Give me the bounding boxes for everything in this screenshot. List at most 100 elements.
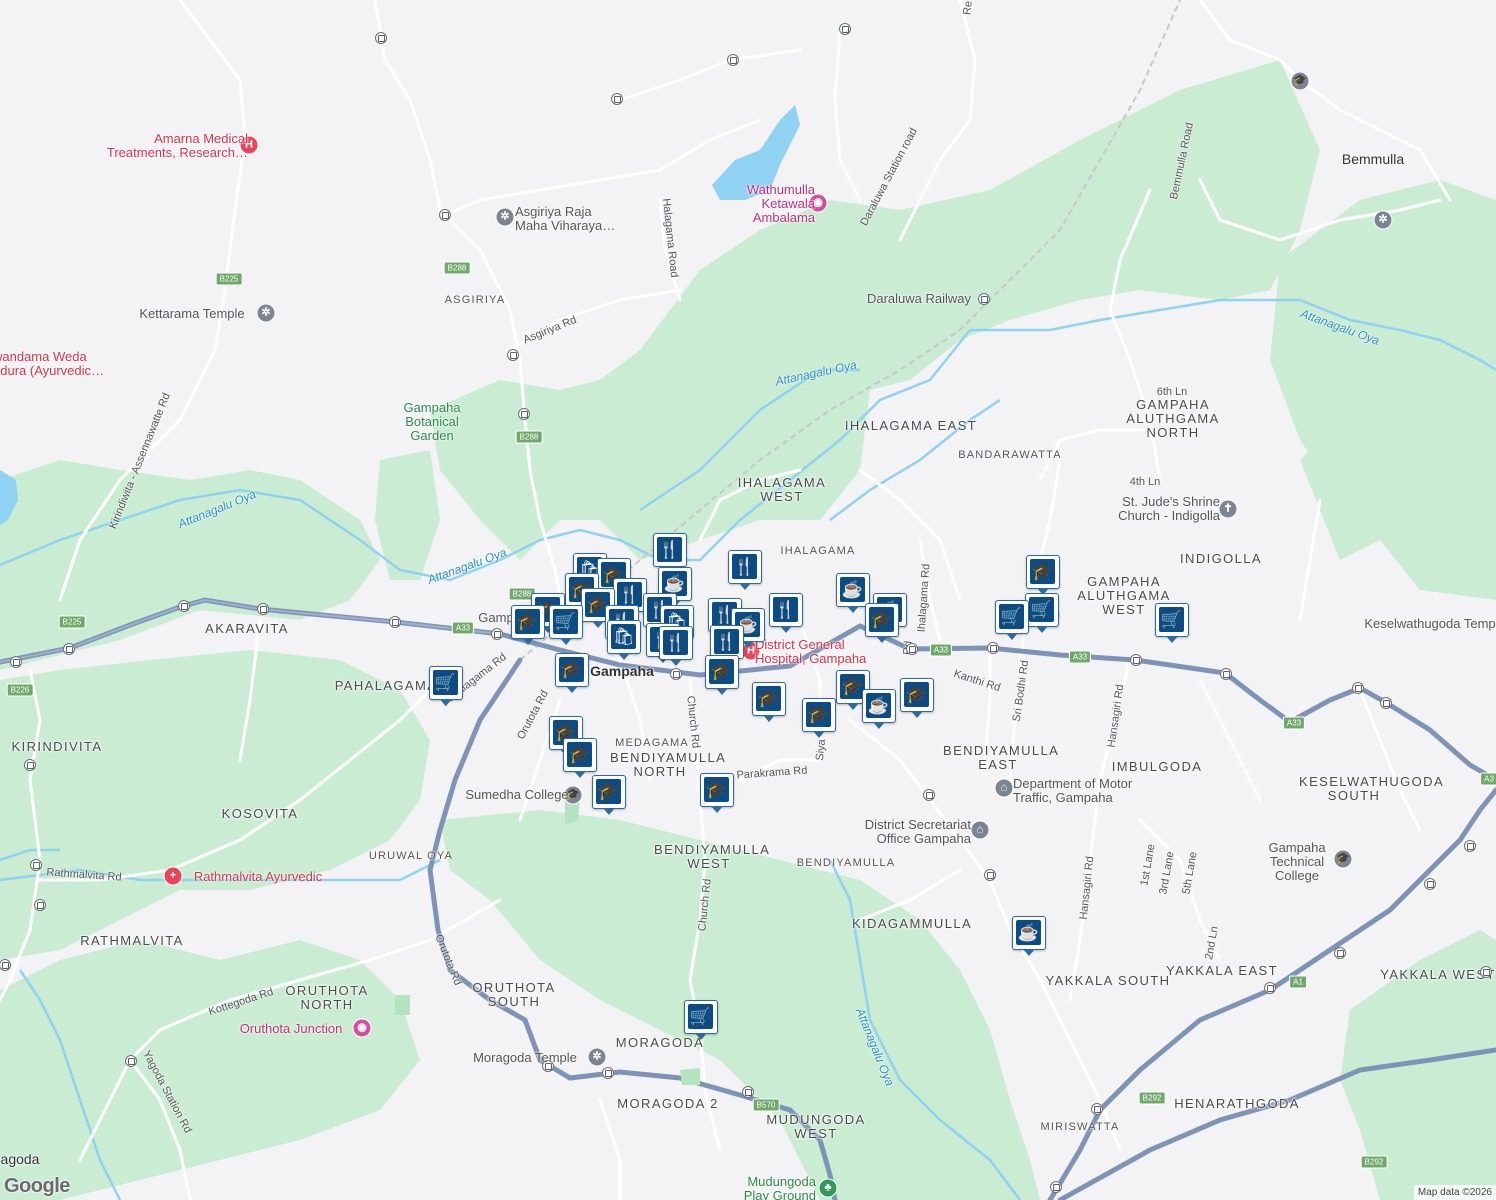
school-marker[interactable]: 🎓 (1026, 555, 1060, 595)
school-marker[interactable]: 🎓 (865, 603, 899, 643)
school-marker[interactable]: 🎓 (592, 775, 626, 815)
poi-wandama-label[interactable]: wandama Weda adura (Ayurvedic… (0, 350, 111, 378)
park-icon[interactable]: ♣ (818, 1178, 838, 1198)
rail-station-icon[interactable] (125, 1055, 137, 1067)
area-label: KIRINDIVITA (11, 739, 103, 754)
grocery-marker[interactable]: 🛒 (1025, 593, 1059, 633)
poi-botanical-label[interactable]: Gampaha Botanical Garden (392, 401, 472, 443)
bus-stop-icon[interactable] (1130, 654, 1142, 666)
map-canvas[interactable]: IHALAGAMA EAST IHALAGAMA WEST IHALAGAMA … (0, 0, 1496, 1200)
poi-daraluwa-label[interactable]: Daraluwa Railway (867, 292, 971, 306)
cafe-icon: ☕ (1016, 920, 1041, 945)
bus-stop-icon[interactable] (984, 869, 996, 881)
bus-stop-icon[interactable] (1380, 697, 1392, 709)
river-label: URUWAL OYA (368, 850, 454, 862)
cafe-marker[interactable]: ☕ (836, 573, 870, 613)
school-icon: 🎓 (596, 779, 621, 804)
poi-oruthota-label[interactable]: Oruthota Junction (240, 1022, 343, 1036)
temple-icon[interactable]: ✲ (256, 303, 276, 323)
grocery-marker[interactable]: 🛒 (684, 1000, 718, 1040)
grocery-marker[interactable]: 🛒 (549, 605, 583, 645)
bus-stop-icon[interactable] (34, 899, 46, 911)
landmark-icon[interactable]: ◉ (352, 1018, 372, 1038)
restaurant-marker[interactable]: 🍴 (769, 593, 803, 633)
poi-hospital-label[interactable]: District General Hospital, Gampaha (755, 638, 885, 666)
poi-station-label[interactable]: Gamp (478, 611, 513, 625)
poi-wathumulla-label[interactable]: Wathumulla Ketawala Ambalama (705, 183, 815, 225)
bus-stop-icon[interactable] (24, 759, 36, 771)
cafe-icon: ☕ (866, 693, 891, 718)
hospital-icon[interactable]: + (163, 866, 183, 886)
bus-stop-icon[interactable] (923, 789, 935, 801)
restaurant-marker[interactable]: 🍴 (710, 625, 744, 665)
bus-stop-icon[interactable] (439, 209, 451, 221)
bus-stop-icon[interactable] (906, 643, 918, 655)
poi-kettarama-label[interactable]: Kettarama Temple (139, 307, 244, 321)
restaurant-marker[interactable]: 🍴 (728, 550, 762, 590)
bus-stop-icon[interactable] (518, 408, 530, 420)
bus-stop-icon[interactable] (670, 668, 682, 680)
bus-stop-icon[interactable] (1334, 947, 1346, 959)
poi-rathmalvita-label[interactable]: Rathmalvita Ayurvedic (194, 870, 322, 884)
school-marker[interactable]: 🎓 (555, 653, 589, 693)
bus-stop-icon[interactable] (727, 54, 739, 66)
poi-mudungoda-label[interactable]: Mudungoda Play Ground (736, 1175, 816, 1200)
bus-stop-icon[interactable] (839, 23, 851, 35)
school-marker[interactable]: 🎓 (900, 678, 934, 718)
restaurant-marker[interactable]: 🍴 (653, 533, 687, 573)
shopping-marker[interactable]: 🛍 (607, 620, 641, 660)
school-marker[interactable]: 🎓 (705, 655, 739, 695)
rail-station-icon[interactable] (491, 628, 503, 640)
bus-stop-icon[interactable] (1352, 682, 1364, 694)
bus-stop-icon[interactable] (1464, 840, 1476, 852)
grocery-marker[interactable]: 🛒 (1155, 603, 1189, 643)
restaurant-marker[interactable]: 🍴 (659, 626, 693, 666)
bus-stop-icon[interactable] (602, 1067, 614, 1079)
school-marker[interactable]: 🎓 (700, 773, 734, 813)
bus-stop-icon[interactable] (63, 643, 75, 655)
bus-stop-icon[interactable] (1264, 982, 1276, 994)
government-icon[interactable]: ⌂ (994, 778, 1014, 798)
bus-stop-icon[interactable] (257, 603, 269, 615)
grocery-icon: 🛒 (688, 1004, 713, 1029)
bus-stop-icon[interactable] (10, 656, 22, 668)
bus-stop-icon[interactable] (1050, 1181, 1062, 1193)
poi-sumedha-label[interactable]: Sumedha College (465, 788, 568, 802)
bus-stop-icon[interactable] (1220, 668, 1232, 680)
school-marker[interactable]: 🎓 (802, 698, 836, 738)
temple-icon[interactable]: ✲ (1373, 210, 1393, 230)
poi-st-judes-label[interactable]: St. Jude's Shrine Church - Indigolla (1100, 495, 1220, 523)
bus-stop-icon[interactable] (1480, 966, 1492, 978)
poi-moragoda-temple-label[interactable]: Moragoda Temple (473, 1051, 577, 1065)
map-attribution[interactable]: Map data ©2026 (1413, 1185, 1496, 1200)
bus-stop-icon[interactable] (742, 1086, 754, 1098)
area-label: INDIGOLLA (1180, 551, 1262, 566)
bus-stop-icon[interactable] (987, 642, 999, 654)
bus-stop-icon[interactable] (611, 93, 623, 105)
poi-asgiriya-label[interactable]: Asgiriya Raja Maha Viharaya… (515, 205, 625, 233)
rail-station-icon[interactable] (978, 293, 990, 305)
grocery-marker[interactable]: 🛒 (429, 666, 463, 706)
school-icon[interactable]: 🎓 (1290, 71, 1310, 91)
school-marker[interactable]: 🎓 (511, 605, 545, 645)
bus-stop-icon[interactable] (375, 32, 387, 44)
cafe-marker[interactable]: ☕ (862, 689, 896, 729)
cafe-marker[interactable]: ☕ (1012, 916, 1046, 956)
temple-icon[interactable]: ✲ (587, 1047, 607, 1067)
poi-motor-traffic-label[interactable]: Department of Motor Traffic, Gampaha (1013, 777, 1133, 805)
government-icon[interactable]: ⌂ (970, 820, 990, 840)
temple-icon[interactable]: ✲ (495, 207, 515, 227)
bus-stop-icon[interactable] (507, 349, 519, 361)
bus-stop-icon[interactable] (1424, 878, 1436, 890)
church-icon[interactable]: ✝ (1218, 499, 1238, 519)
poi-amarna-label[interactable]: Amarna Medical Treatments, Research… (88, 132, 248, 160)
school-marker[interactable]: 🎓 (752, 682, 786, 722)
poi-secretariat-label[interactable]: District Secretariat Office Gampaha (843, 818, 971, 846)
bus-stop-icon[interactable] (178, 600, 190, 612)
bus-stop-icon[interactable] (1091, 1103, 1103, 1115)
poi-technical-college-label[interactable]: Gampaha Technical College (1252, 841, 1342, 883)
grocery-marker[interactable]: 🛒 (995, 600, 1029, 640)
bus-stop-icon[interactable] (30, 859, 42, 871)
school-marker[interactable]: 🎓 (563, 738, 597, 778)
bus-stop-icon[interactable] (389, 616, 401, 628)
